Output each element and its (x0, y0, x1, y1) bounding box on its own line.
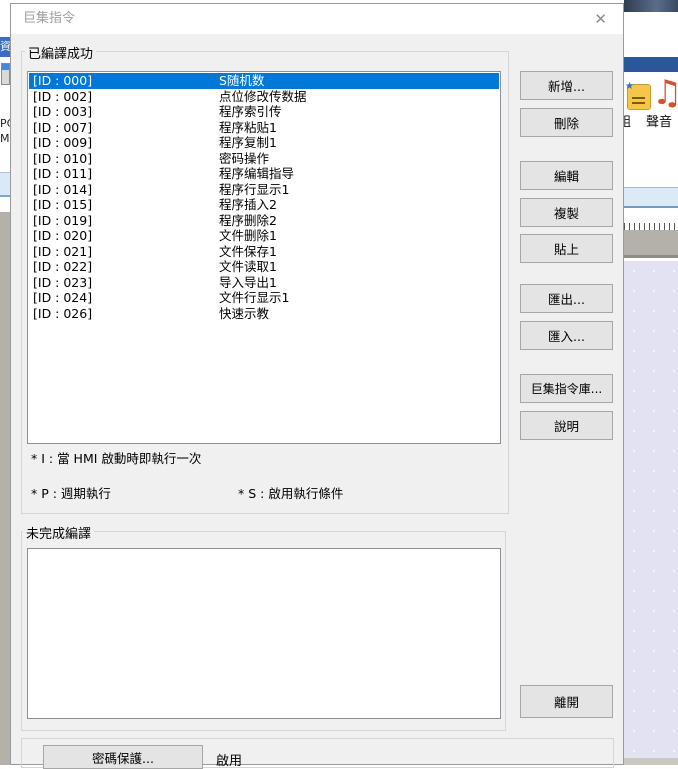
sound-icon[interactable]: ♫ (652, 76, 678, 110)
wallpaper-edge (624, 0, 678, 12)
background-tree-text-line1: PC( (0, 117, 10, 130)
macro-list-item[interactable]: [ID : 020]文件删除1 (29, 228, 499, 244)
window-thumbnail-icon (1, 63, 10, 85)
macro-list-item[interactable]: [ID : 022]文件读取1 (29, 259, 499, 275)
star-icon: ★ (625, 81, 634, 92)
dialog-title: 巨集指令 (23, 4, 75, 34)
paste-button[interactable]: 貼上 (520, 234, 613, 263)
import-button[interactable]: 匯入... (520, 321, 613, 350)
macro-list-item[interactable]: [ID : 026]快速示教 (29, 306, 499, 322)
group-icon[interactable]: ★ (627, 84, 651, 110)
macro-list-item[interactable]: [ID : 003]程序索引传 (29, 104, 499, 120)
ruler (624, 218, 678, 230)
background-selection-band (624, 187, 678, 208)
editor-canvas[interactable] (624, 261, 678, 758)
background-right-panel: ★ ♫ 組 聲音 (624, 0, 678, 765)
horizontal-scrollbar[interactable] (624, 758, 678, 765)
macro-list-item[interactable]: [ID : 007]程序粘贴1 (29, 120, 499, 136)
canvas-margin (624, 230, 678, 258)
exit-button[interactable]: 離開 (520, 685, 613, 718)
macro-list-item[interactable]: [ID : 015]程序插入2 (29, 197, 499, 213)
background-left-panel: 資料 PC( MI) (0, 0, 10, 765)
background-gray-panel (0, 212, 10, 765)
copy-button[interactable]: 複製 (520, 198, 613, 227)
export-button[interactable]: 匯出... (520, 284, 613, 313)
macro-list-item[interactable]: [ID : 024]文件行显示1 (29, 290, 499, 306)
edit-button[interactable]: 編輯 (520, 161, 613, 190)
new-button[interactable]: 新增... (520, 71, 613, 100)
background-tree-item-selected[interactable]: 資料 (0, 37, 10, 57)
help-button[interactable]: 說明 (520, 411, 613, 440)
macro-library-button[interactable]: 巨集指令庫... (520, 374, 613, 403)
compiled-group-label: 已編譯成功 (25, 43, 96, 62)
background-tree-text-line2: MI) (0, 132, 10, 145)
close-icon[interactable]: ✕ (594, 10, 607, 28)
password-protect-button[interactable]: 密碼保護... (43, 745, 203, 769)
ribbon-blue-band (624, 57, 678, 72)
uncompiled-group-label: 未完成編譯 (23, 523, 94, 542)
note-startup: * I : 當 HMI 啟動時即執行一次 (31, 448, 201, 467)
macro-list-item[interactable]: [ID : 010]密码操作 (29, 151, 499, 167)
uncompiled-macro-list[interactable] (27, 548, 501, 719)
macro-list-item[interactable]: [ID : 000]S随机数 (29, 73, 499, 89)
macro-list-item[interactable]: [ID : 014]程序行显示1 (29, 182, 499, 198)
macro-list-item[interactable]: [ID : 023]导入导出1 (29, 275, 499, 291)
macro-dialog: 巨集指令 ✕ 已編譯成功 [ID : 000]S随机数[ID : 002]点位修… (10, 3, 624, 765)
macro-list-item[interactable]: [ID : 011]程序编辑指导 (29, 166, 499, 182)
delete-button[interactable]: 刪除 (520, 108, 613, 137)
macro-list-item[interactable]: [ID : 002]点位修改传数据 (29, 89, 499, 105)
toolbar-label-group: 組 (624, 111, 631, 130)
note-periodic: * P : 週期執行 (31, 483, 111, 502)
macro-list-item[interactable]: [ID : 021]文件保存1 (29, 244, 499, 260)
password-status-label: 啟用 (216, 750, 242, 769)
background-selection-band (0, 172, 10, 197)
macro-list-item[interactable]: [ID : 019]程序删除2 (29, 213, 499, 229)
note-condition: * S : 啟用執行條件 (238, 483, 343, 502)
dialog-titlebar[interactable]: 巨集指令 ✕ (11, 4, 623, 34)
toolbar-label-sound: 聲音 (646, 111, 672, 130)
macro-list-item[interactable]: [ID : 009]程序复制1 (29, 135, 499, 151)
compiled-macro-list[interactable]: [ID : 000]S随机数[ID : 002]点位修改传数据[ID : 003… (27, 71, 501, 444)
